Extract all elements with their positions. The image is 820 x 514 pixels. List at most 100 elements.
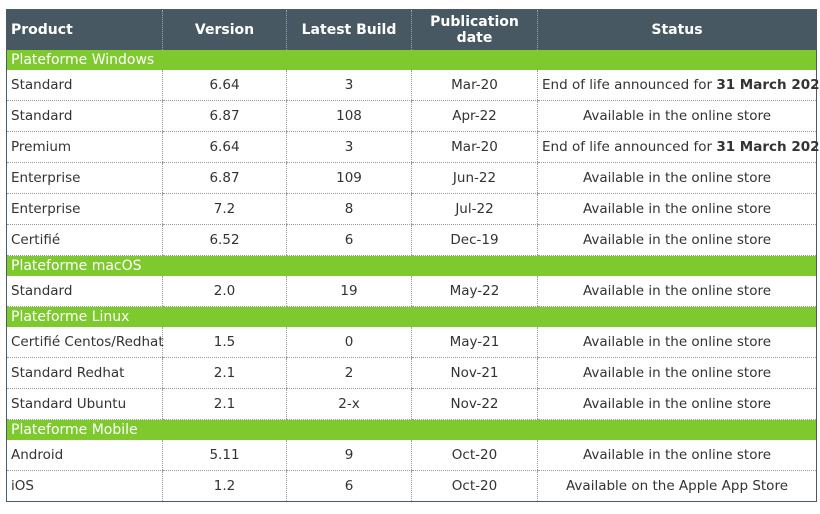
cell-status: Available in the online store (537, 388, 817, 420)
status-text: End of life announced for (542, 139, 717, 155)
cell-version: 1.5 (162, 327, 287, 358)
cell-product: Standard Ubuntu (6, 388, 163, 420)
cell-product: Premium (6, 131, 163, 163)
platform-group-label: Plateforme macOS (6, 255, 817, 276)
table-row: Enterprise 6.87 109 Jun-22 Available in the … (6, 162, 817, 194)
product-table: Product Version Latest Build Publication… (6, 9, 820, 502)
cell-status: Available in the online store (537, 162, 817, 194)
cell-publication-date: Apr-22 (411, 100, 538, 132)
cell-product: Standard Redhat (6, 357, 163, 389)
table-row: Certifié 6.52 6 Dec-19 Available in the onli… (6, 224, 817, 256)
status-text: Available on the Apple App Store (565, 478, 789, 494)
cell-product: Standard (6, 100, 163, 132)
platform-group-row: Plateforme Linux (6, 306, 817, 327)
cell-latest-build: 8 (286, 193, 412, 225)
header-product: Product (6, 9, 163, 50)
table-row: Standard 6.87 108 Apr-22 Available in the on… (6, 100, 817, 132)
header-version: Version (162, 9, 287, 50)
cell-publication-date: Mar-20 (411, 131, 538, 163)
cell-version: 6.87 (162, 100, 287, 132)
status-text: Available in the online store (582, 201, 772, 217)
status-text: Available in the online store (582, 232, 772, 248)
header-status: Status (537, 9, 817, 50)
cell-publication-date: Oct-20 (411, 440, 538, 471)
cell-product: Standard (6, 70, 163, 101)
cell-latest-build: 9 (286, 440, 412, 471)
table-row: Premium 6.64 3 Mar-20 End of life announced … (6, 131, 820, 163)
cell-version: 2.1 (162, 357, 287, 389)
cell-version: 7.2 (162, 193, 287, 225)
cell-publication-date: Jun-22 (411, 162, 538, 194)
cell-publication-date: Jul-22 (411, 193, 538, 225)
cell-product: Enterprise (6, 193, 163, 225)
platform-group-row: Plateforme macOS (6, 255, 817, 276)
cell-latest-build: 109 (286, 162, 412, 194)
table-row: Standard Ubuntu 2.1 2-x Nov-22 Available in … (6, 388, 817, 420)
cell-status: Available in the online store (537, 224, 817, 256)
header-latest-build: Latest Build (286, 9, 412, 50)
cell-version: 6.52 (162, 224, 287, 256)
cell-product: Enterprise (6, 162, 163, 194)
cell-version: 6.64 (162, 70, 287, 101)
platform-group-label: Plateforme Mobile (6, 419, 817, 440)
status-date: 31 March 2022 (716, 77, 820, 93)
cell-version: 6.64 (162, 131, 287, 163)
cell-latest-build: 3 (286, 70, 412, 101)
cell-status: End of life announced for 31 March 2022 (537, 70, 820, 101)
cell-publication-date: Oct-20 (411, 470, 538, 502)
cell-latest-build: 2 (286, 357, 412, 389)
status-text: Available in the online store (582, 396, 772, 412)
cell-version: 6.87 (162, 162, 287, 194)
cell-status: End of life announced for 31 March 2022 (537, 131, 820, 163)
cell-product: Certifié (6, 224, 163, 256)
cell-latest-build: 2-x (286, 388, 412, 420)
table-row: Android 5.11 9 Oct-20 Available in the onlin… (6, 440, 817, 471)
cell-publication-date: Nov-22 (411, 388, 538, 420)
table-row: Standard 2.0 19 May-22 Available in the onli… (6, 276, 817, 307)
cell-status: Available in the online store (537, 276, 817, 307)
platform-group-row: Plateforme Mobile (6, 419, 817, 440)
cell-latest-build: 108 (286, 100, 412, 132)
cell-version: 2.0 (162, 276, 287, 307)
status-text: Available in the online store (582, 283, 772, 299)
cell-latest-build: 3 (286, 131, 412, 163)
platform-group-row: Plateforme Windows (6, 50, 817, 70)
cell-version: 1.2 (162, 470, 287, 502)
cell-status: Available in the online store (537, 193, 817, 225)
cell-latest-build: 6 (286, 224, 412, 256)
cell-latest-build: 19 (286, 276, 412, 307)
cell-version: 2.1 (162, 388, 287, 420)
cell-publication-date: Nov-21 (411, 357, 538, 389)
status-text: End of life announced for (542, 77, 717, 93)
status-text: Available in the online store (582, 170, 772, 186)
cell-publication-date: Dec-19 (411, 224, 538, 256)
cell-publication-date: Mar-20 (411, 70, 538, 101)
status-date: 31 March 2022 (716, 139, 820, 155)
table-body: Plateforme Windows Standard 6.64 3 Mar-20 End… (6, 50, 820, 502)
table-row: iOS 1.2 6 Oct-20 Available on the Apple App … (6, 470, 817, 502)
cell-product: Standard (6, 276, 163, 307)
cell-status: Available in the online store (537, 327, 817, 358)
status-text: Available in the online store (582, 108, 772, 124)
table-row: Standard 6.64 3 Mar-20 End of life announced… (6, 70, 820, 101)
cell-latest-build: 0 (286, 327, 412, 358)
status-text: Available in the online store (582, 447, 772, 463)
table-row: Enterprise 7.2 8 Jul-22 Available in the onl… (6, 193, 817, 225)
status-text: Available in the online store (582, 334, 772, 350)
cell-status: Available on the Apple App Store (537, 470, 817, 502)
product-table-container: Product Version Latest Build Publication… (6, 9, 820, 502)
cell-product: iOS (6, 470, 163, 502)
cell-publication-date: May-22 (411, 276, 538, 307)
cell-latest-build: 6 (286, 470, 412, 502)
status-text: Available in the online store (582, 365, 772, 381)
table-header-row: Product Version Latest Build Publication… (6, 9, 817, 50)
table-row: Certifié Centos/Redhat 1.5 0 May-21 Availabl… (6, 327, 817, 358)
cell-publication-date: May-21 (411, 327, 538, 358)
cell-status: Available in the online store (537, 100, 817, 132)
platform-group-label: Plateforme Windows (6, 50, 817, 70)
cell-product: Android (6, 440, 163, 471)
header-publication-date: Publication date (411, 9, 538, 50)
table-row: Standard Redhat 2.1 2 Nov-21 Available in th… (6, 357, 817, 389)
cell-status: Available in the online store (537, 440, 817, 471)
cell-product: Certifié Centos/Redhat (6, 327, 164, 358)
